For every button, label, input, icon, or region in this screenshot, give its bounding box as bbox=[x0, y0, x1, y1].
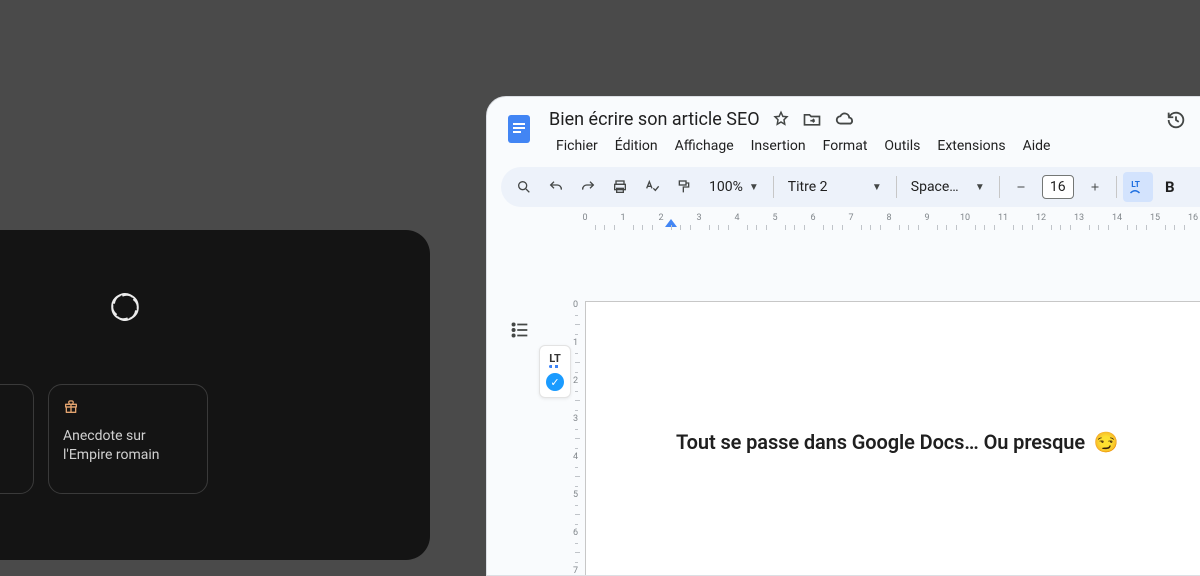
chevron-down-icon: ▼ bbox=[872, 182, 882, 193]
vertical-ruler[interactable]: 012345678910 bbox=[575, 301, 585, 575]
ruler-number: 15 bbox=[1150, 213, 1160, 223]
bold-button[interactable]: B bbox=[1155, 172, 1185, 202]
docs-canvas: LT ✓ 012345678910 Tout se passe dans Goo… bbox=[501, 301, 1200, 575]
ruler-number: 3 bbox=[696, 213, 701, 223]
menu-file[interactable]: Fichier bbox=[549, 135, 605, 157]
chevron-down-icon: ▼ bbox=[749, 182, 759, 193]
heading-text: Tout se passe dans Google Docs… Ou presq… bbox=[676, 430, 1085, 454]
fontsize-input[interactable]: 16 bbox=[1042, 175, 1074, 199]
ruler-number: 9 bbox=[924, 213, 929, 223]
ruler-number: 13 bbox=[1074, 213, 1084, 223]
ruler-number: 6 bbox=[810, 213, 815, 223]
zoom-select[interactable]: 100% ▼ bbox=[701, 172, 767, 202]
ruler-number: 5 bbox=[772, 213, 777, 223]
print-icon[interactable] bbox=[605, 172, 635, 202]
ruler-number: 14 bbox=[1112, 213, 1122, 223]
ruler-number: 12 bbox=[1036, 213, 1046, 223]
languagetool-panel[interactable]: LT ✓ bbox=[539, 345, 571, 398]
chat-prompt-label: Anecdote sur l'Empire romain bbox=[63, 427, 193, 465]
languagetool-toolbar-icon[interactable]: LT bbox=[1123, 172, 1153, 202]
chat-prompt[interactable]: Quiz sur les civilisations antiques bbox=[0, 384, 34, 494]
menu-extensions[interactable]: Extensions bbox=[930, 135, 1012, 157]
toolbar-separator bbox=[999, 176, 1000, 198]
chat-prompt[interactable]: Anecdote sur l'Empire romain bbox=[48, 384, 208, 494]
chatgpt-card: le Quiz sur les civilisations antiques A… bbox=[0, 230, 430, 560]
gift-icon bbox=[63, 399, 193, 417]
search-icon[interactable] bbox=[509, 172, 539, 202]
spellcheck-icon[interactable] bbox=[637, 172, 667, 202]
ruler-number: 8 bbox=[886, 213, 891, 223]
menu-view[interactable]: Affichage bbox=[668, 135, 741, 157]
google-docs-logo-icon[interactable] bbox=[501, 111, 537, 147]
openai-logo bbox=[0, 285, 390, 329]
decrease-fontsize-button[interactable] bbox=[1006, 172, 1036, 202]
ruler-number: 2 bbox=[658, 213, 663, 223]
toolbar-separator bbox=[773, 176, 774, 198]
menu-format[interactable]: Format bbox=[816, 135, 875, 157]
outline-toggle-icon[interactable] bbox=[509, 319, 531, 345]
star-icon[interactable] bbox=[772, 110, 790, 128]
menu-insert[interactable]: Insertion bbox=[744, 135, 813, 157]
ruler-number: 10 bbox=[960, 213, 970, 223]
google-docs-window: Bien écrire son article SEO Fichier Édit… bbox=[486, 96, 1200, 576]
ruler-number: 0 bbox=[582, 213, 587, 223]
docs-toolbar: 100% ▼ Titre 2 ▼ Space… ▼ 16 LT B bbox=[501, 167, 1200, 207]
languagetool-logo-icon: LT bbox=[549, 352, 561, 365]
document-title[interactable]: Bien écrire son article SEO bbox=[549, 109, 760, 130]
document-page[interactable]: Tout se passe dans Google Docs… Ou presq… bbox=[585, 301, 1200, 576]
docs-header: Bien écrire son article SEO Fichier Édit… bbox=[487, 97, 1200, 163]
move-folder-icon[interactable] bbox=[802, 110, 822, 128]
font-select[interactable]: Space… ▼ bbox=[903, 172, 993, 202]
chat-prompt-row: le Quiz sur les civilisations antiques A… bbox=[0, 384, 390, 494]
smirk-emoji-icon: 😏 bbox=[1094, 430, 1119, 454]
graduation-cap-icon bbox=[0, 399, 19, 417]
check-ok-icon: ✓ bbox=[546, 373, 564, 391]
paragraph-style-select[interactable]: Titre 2 ▼ bbox=[780, 172, 890, 202]
toolbar-separator bbox=[896, 176, 897, 198]
font-value: Space… bbox=[911, 179, 959, 195]
ruler-number: 7 bbox=[848, 213, 853, 223]
redo-icon[interactable] bbox=[573, 172, 603, 202]
toolbar-separator bbox=[1116, 176, 1117, 198]
svg-text:LT: LT bbox=[1131, 180, 1140, 190]
cloud-saved-icon[interactable] bbox=[834, 110, 856, 128]
menu-tools[interactable]: Outils bbox=[877, 135, 927, 157]
ruler-number: 11 bbox=[998, 213, 1008, 223]
menu-edit[interactable]: Édition bbox=[608, 135, 665, 157]
undo-icon[interactable] bbox=[541, 172, 571, 202]
chevron-down-icon: ▼ bbox=[975, 182, 985, 193]
horizontal-ruler[interactable]: 012345678910111213141516 bbox=[585, 213, 1200, 231]
page-heading[interactable]: Tout se passe dans Google Docs… Ou presq… bbox=[676, 430, 1119, 454]
ruler-number: 16 bbox=[1188, 213, 1198, 223]
chat-prompt-label: Quiz sur les civilisations antiques bbox=[0, 427, 19, 484]
style-value: Titre 2 bbox=[788, 179, 828, 195]
ruler-number: 4 bbox=[734, 213, 739, 223]
menu-help[interactable]: Aide bbox=[1016, 135, 1058, 157]
paint-format-icon[interactable] bbox=[669, 172, 699, 202]
increase-fontsize-button[interactable] bbox=[1080, 172, 1110, 202]
history-icon[interactable] bbox=[1165, 109, 1187, 135]
ruler-number: 1 bbox=[620, 213, 625, 223]
docs-menu-bar: Fichier Édition Affichage Insertion Form… bbox=[549, 135, 1153, 157]
zoom-value: 100% bbox=[709, 179, 743, 195]
